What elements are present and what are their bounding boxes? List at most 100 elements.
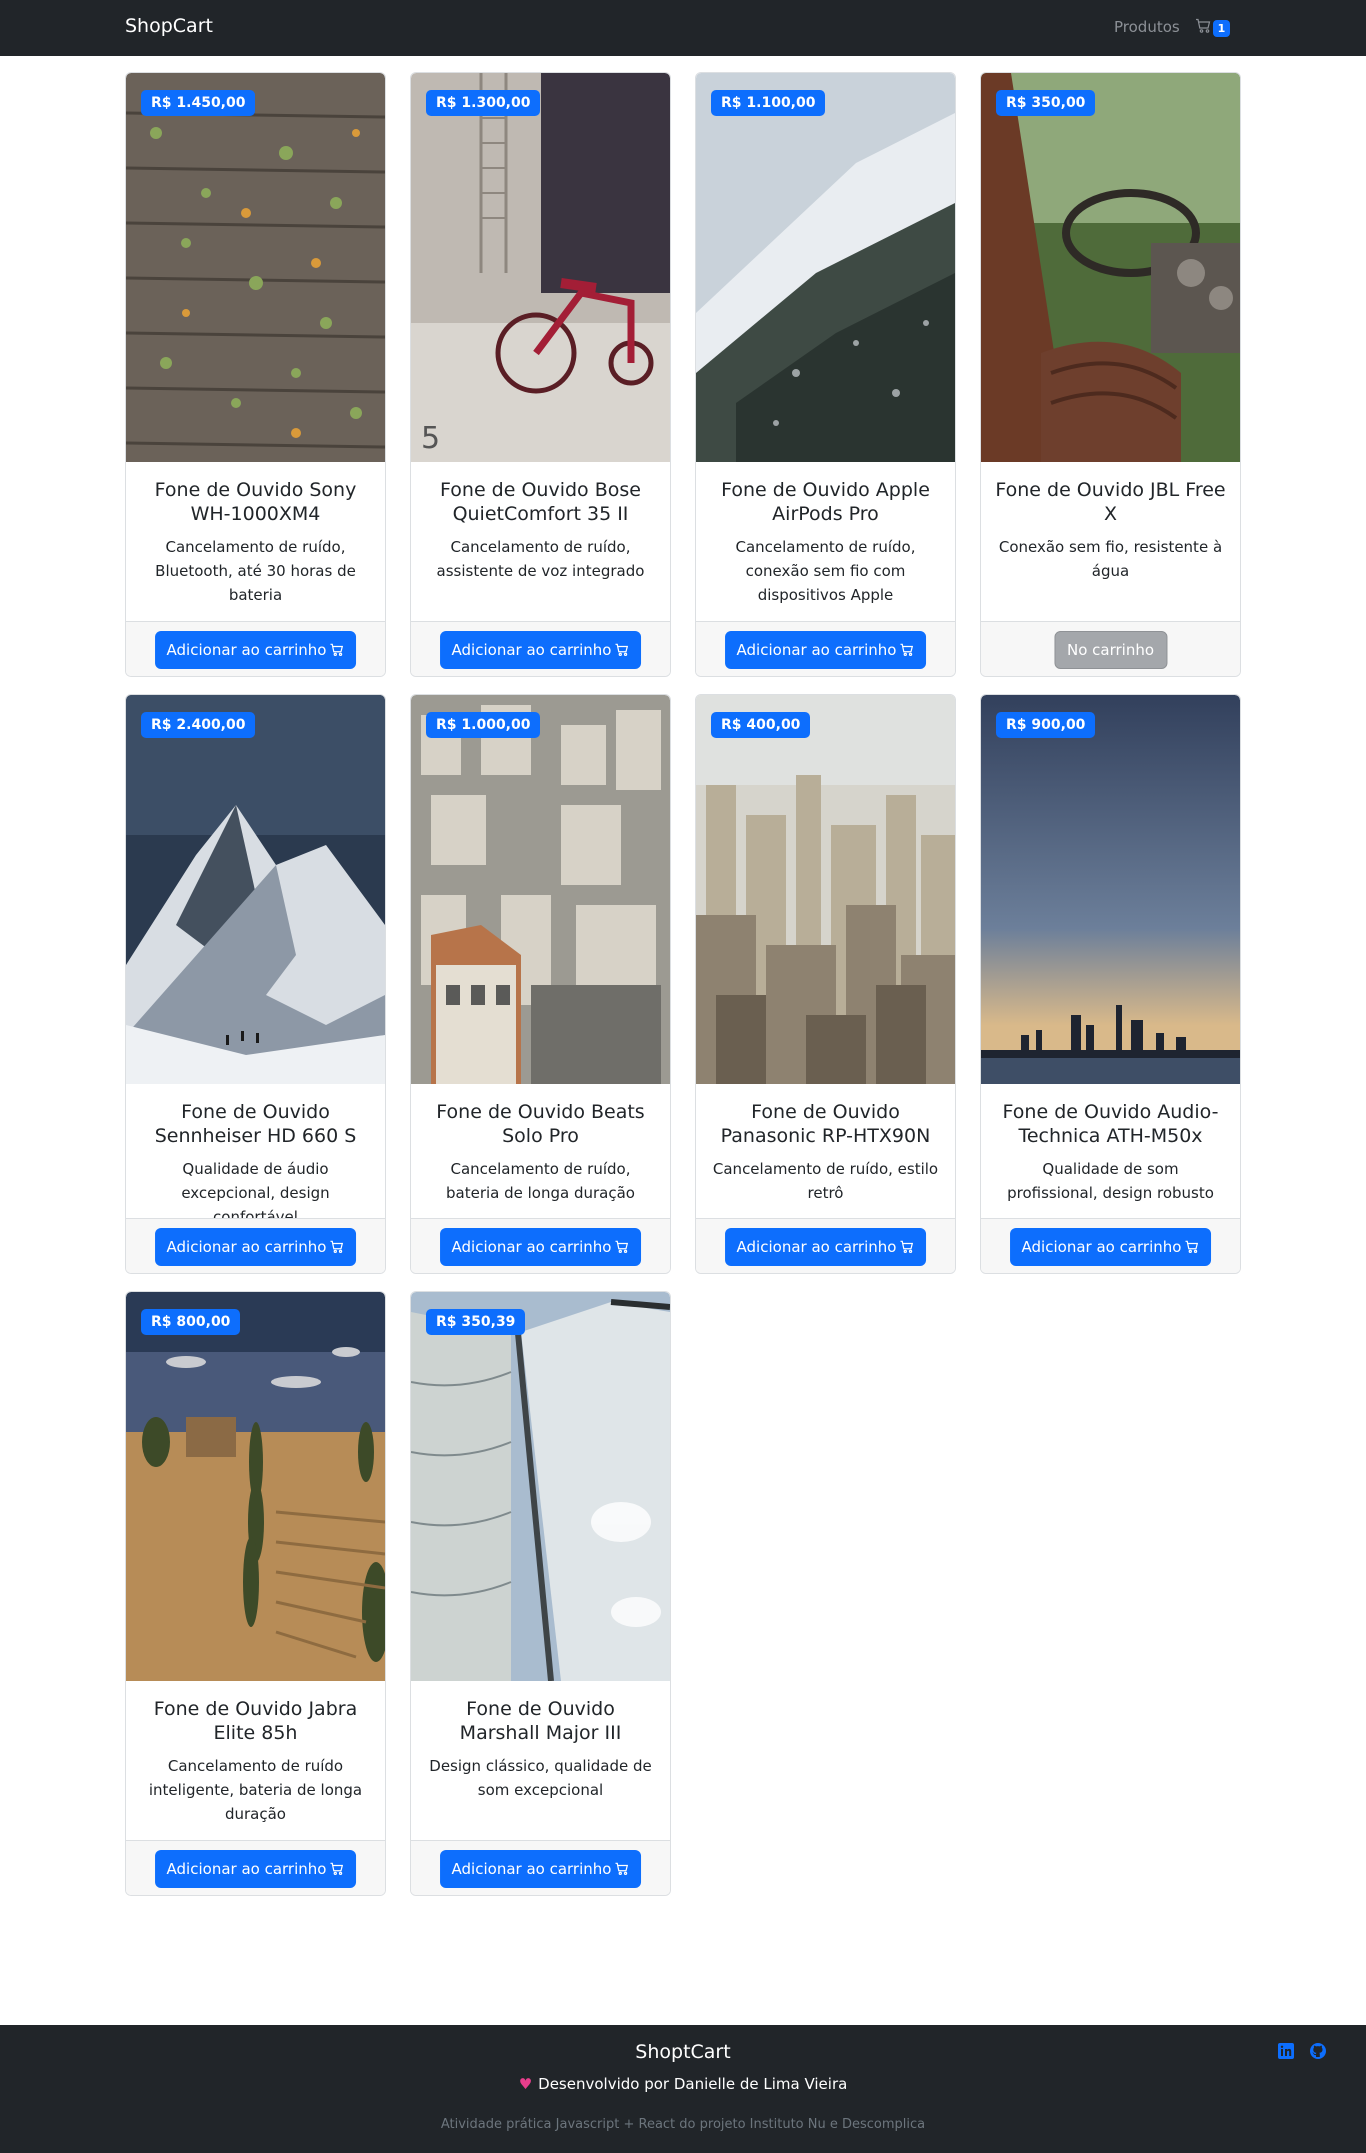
- product-card: R$ 350,39 Fone de Ouvido Marshall Major …: [410, 1291, 671, 1896]
- add-to-cart-button[interactable]: Adicionar ao carrinho: [439, 1228, 642, 1266]
- product-image: R$ 400,00: [696, 695, 955, 1084]
- add-to-cart-label: Adicionar ao carrinho: [166, 641, 327, 659]
- price-badge: R$ 400,00: [711, 712, 811, 738]
- product-description: Cancelamento de ruído inteligente, bater…: [148, 1757, 363, 1823]
- add-to-cart-button[interactable]: Adicionar ao carrinho: [439, 1850, 642, 1888]
- cart-icon: [330, 643, 344, 657]
- product-description: Cancelamento de ruído, assistente de voz…: [436, 538, 645, 580]
- product-card: R$ 1.450,00 Fone de Ouvido Sony WH-1000X…: [125, 72, 386, 677]
- card-footer: Adicionar ao carrinho: [126, 621, 385, 676]
- price-badge: R$ 900,00: [996, 712, 1096, 738]
- price-badge: R$ 2.400,00: [141, 712, 256, 738]
- cart-icon: [900, 1240, 914, 1254]
- product-title: Fone de Ouvido Jabra Elite 85h: [153, 1698, 358, 1744]
- product-title: Fone de Ouvido Audio-Technica ATH-M50x: [1002, 1101, 1219, 1147]
- card-footer: Adicionar ao carrinho: [411, 621, 670, 676]
- social-links: [1278, 2043, 1326, 2063]
- cart-count-badge: 1: [1213, 20, 1230, 37]
- footer-credit-text: Desenvolvido por Danielle de Lima Vieira: [538, 2075, 848, 2093]
- add-to-cart-label: Adicionar ao carrinho: [451, 1860, 612, 1878]
- price-badge: R$ 1.100,00: [711, 90, 826, 116]
- cart-icon: [330, 1240, 344, 1254]
- card-footer: Adicionar ao carrinho: [696, 621, 955, 676]
- product-title: Fone de Ouvido JBL Free X: [995, 479, 1226, 525]
- product-title: Fone de Ouvido Beats Solo Pro: [436, 1101, 645, 1147]
- product-description: Design clássico, qualidade de som excepc…: [429, 1757, 652, 1799]
- product-title: Fone de Ouvido Sony WH-1000XM4: [154, 479, 357, 525]
- price-badge: R$ 1.300,00: [426, 90, 541, 116]
- product-description: Qualidade de som profissional, design ro…: [1007, 1160, 1214, 1202]
- cart-icon: [1185, 1240, 1199, 1254]
- card-footer: Adicionar ao carrinho: [126, 1218, 385, 1273]
- footer-title: ShoptCart: [635, 2041, 731, 2063]
- product-image: R$ 1.450,00: [126, 73, 385, 462]
- github-icon[interactable]: [1310, 2043, 1326, 2063]
- heart-icon: ♥: [518, 2075, 533, 2093]
- navbar: ShopCart Produtos 1: [0, 0, 1366, 56]
- product-title: Fone de Ouvido Panasonic RP-HTX90N: [720, 1101, 931, 1147]
- product-description: Conexão sem fio, resistente à água: [998, 538, 1223, 580]
- card-footer: Adicionar ao carrinho: [411, 1840, 670, 1895]
- add-to-cart-button[interactable]: Adicionar ao carrinho: [154, 1850, 357, 1888]
- product-image: R$ 2.400,00: [126, 695, 385, 1084]
- in-cart-button[interactable]: No carrinho: [1053, 631, 1168, 669]
- cart-icon: [330, 1862, 344, 1876]
- footer: ShoptCart ♥ Desenvolvido por Danielle de …: [0, 2025, 1366, 2153]
- linkedin-icon[interactable]: [1278, 2043, 1294, 2063]
- add-to-cart-button[interactable]: Adicionar ao carrinho: [1009, 1228, 1212, 1266]
- add-to-cart-button[interactable]: Adicionar ao carrinho: [724, 1228, 927, 1266]
- product-image: R$ 1.100,00: [696, 73, 955, 462]
- product-image: R$ 900,00: [981, 695, 1240, 1084]
- product-card: R$ 1.000,00 Fone de Ouvido Beats Solo Pr…: [410, 694, 671, 1274]
- footer-credit: ♥ Desenvolvido por Danielle de Lima Vieir…: [0, 2075, 1366, 2093]
- product-image: 5 R$ 1.300,00: [411, 73, 670, 462]
- product-image: R$ 350,00: [981, 73, 1240, 462]
- brand-link[interactable]: ShopCart: [125, 15, 213, 37]
- cart-icon: [900, 643, 914, 657]
- product-card: R$ 400,00 Fone de Ouvido Panasonic RP-HT…: [695, 694, 956, 1274]
- price-badge: R$ 1.000,00: [426, 712, 541, 738]
- add-to-cart-label: Adicionar ao carrinho: [451, 641, 612, 659]
- add-to-cart-label: Adicionar ao carrinho: [736, 1238, 897, 1256]
- product-title: Fone de Ouvido Marshall Major III: [459, 1698, 622, 1744]
- product-title: Fone de Ouvido Bose QuietComfort 35 II: [440, 479, 641, 525]
- price-badge: R$ 1.450,00: [141, 90, 256, 116]
- add-to-cart-button[interactable]: Adicionar ao carrinho: [154, 631, 357, 669]
- product-description: Cancelamento de ruído, bateria de longa …: [446, 1160, 635, 1202]
- cart-icon: [1196, 18, 1211, 33]
- in-cart-label: No carrinho: [1066, 641, 1155, 659]
- cart-icon: [615, 1862, 629, 1876]
- price-badge: R$ 350,39: [426, 1309, 526, 1335]
- add-to-cart-button[interactable]: Adicionar ao carrinho: [439, 631, 642, 669]
- product-image: R$ 350,39: [411, 1292, 670, 1681]
- products-link[interactable]: Produtos: [1114, 18, 1180, 36]
- add-to-cart-label: Adicionar ao carrinho: [451, 1238, 612, 1256]
- card-footer: Adicionar ao carrinho: [411, 1218, 670, 1273]
- add-to-cart-button[interactable]: Adicionar ao carrinho: [154, 1228, 357, 1266]
- card-footer: No carrinho: [981, 621, 1240, 676]
- product-description: Cancelamento de ruído, estilo retrô: [712, 1160, 939, 1202]
- price-badge: R$ 800,00: [141, 1309, 241, 1335]
- product-title: Fone de Ouvido Apple AirPods Pro: [721, 479, 930, 525]
- product-image: R$ 1.000,00: [411, 695, 670, 1084]
- add-to-cart-label: Adicionar ao carrinho: [166, 1860, 327, 1878]
- product-card: R$ 2.400,00 Fone de Ouvido Sennheiser HD…: [125, 694, 386, 1274]
- product-card: R$ 900,00 Fone de Ouvido Audio-Technica …: [980, 694, 1241, 1274]
- card-footer: Adicionar ao carrinho: [126, 1840, 385, 1895]
- add-to-cart-label: Adicionar ao carrinho: [1021, 1238, 1182, 1256]
- footer-note: Atividade prática Javascript + React do …: [440, 2117, 926, 2132]
- product-card: R$ 350,00 Fone de Ouvido JBL Free X Cone…: [980, 72, 1241, 677]
- product-card: 5 R$ 1.300,00 Fone de Ouvido Bose QuietC…: [410, 72, 671, 677]
- add-to-cart-button[interactable]: Adicionar ao carrinho: [724, 631, 927, 669]
- product-card: R$ 800,00 Fone de Ouvido Jabra Elite 85h…: [125, 1291, 386, 1896]
- product-image: R$ 800,00: [126, 1292, 385, 1681]
- svg-text:5: 5: [421, 421, 440, 456]
- card-footer: Adicionar ao carrinho: [696, 1218, 955, 1273]
- add-to-cart-label: Adicionar ao carrinho: [736, 641, 897, 659]
- price-badge: R$ 350,00: [996, 90, 1096, 116]
- product-description: Cancelamento de ruído, conexão sem fio c…: [735, 538, 916, 604]
- product-description: Cancelamento de ruído, Bluetooth, até 30…: [155, 538, 356, 604]
- product-card: R$ 1.100,00 Fone de Ouvido Apple AirPods…: [695, 72, 956, 677]
- product-title: Fone de Ouvido Sennheiser HD 660 S: [154, 1101, 357, 1147]
- cart-icon: [615, 1240, 629, 1254]
